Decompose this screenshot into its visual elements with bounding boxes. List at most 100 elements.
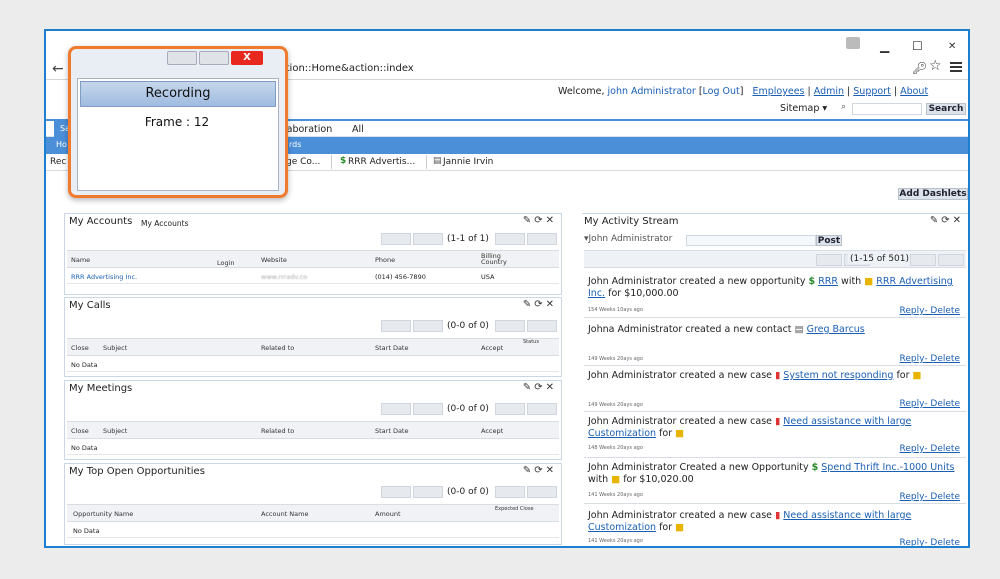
pager-first[interactable]	[816, 254, 842, 266]
column-header[interactable]: Start Date	[375, 344, 408, 352]
dashlet-tools[interactable]: ✎⟳✕	[523, 215, 557, 226]
column-header[interactable]: Opportunity Name	[73, 510, 133, 518]
pager-first[interactable]	[381, 403, 411, 415]
recorder-close-button[interactable]: X	[231, 51, 263, 65]
post-button[interactable]: Post	[816, 235, 842, 246]
minimize-icon[interactable]: ▁	[880, 39, 889, 53]
star-icon[interactable]: ☆	[929, 58, 942, 74]
account-name-link[interactable]: RRR Advertising Inc.	[71, 273, 137, 281]
reply-delete-link[interactable]: Reply- Delete	[900, 354, 960, 364]
recent-item[interactable]: Jannie Irvin	[443, 157, 493, 167]
case-icon: ▮	[775, 510, 781, 521]
logout-link[interactable]: Log Out	[703, 86, 740, 97]
column-header[interactable]: Start Date	[375, 427, 408, 435]
pager-last[interactable]	[938, 254, 964, 266]
column-header[interactable]: Close	[71, 427, 89, 435]
reply-delete-link[interactable]: Reply- Delete	[900, 444, 960, 454]
key-icon[interactable]: 🔑︎	[912, 61, 927, 75]
column-header[interactable]: Billing Country	[481, 253, 521, 266]
tab-all[interactable]: All	[352, 124, 364, 135]
reply-delete-link[interactable]: Reply- Delete	[900, 492, 960, 502]
column-header[interactable]: Login	[217, 259, 235, 267]
pager-first[interactable]	[381, 320, 411, 332]
column-header[interactable]: Website	[261, 256, 287, 264]
activity-item: John Administrator Created a new Opportu…	[584, 458, 966, 504]
pager-next[interactable]	[910, 254, 936, 266]
maximize-icon[interactable]	[199, 51, 229, 65]
tab-collaboration[interactable]: laboration	[284, 124, 332, 135]
pager-prev[interactable]	[413, 233, 443, 245]
search-button[interactable]: Search	[926, 103, 966, 115]
sub-tab-home[interactable]: Ho	[56, 140, 67, 149]
column-header[interactable]: Related to	[261, 427, 294, 435]
add-dashlets-button[interactable]: Add Dashlets	[898, 188, 968, 200]
pager-text: (0-0 of 0)	[447, 487, 489, 497]
column-header[interactable]: Account Name	[261, 510, 309, 518]
admin-link[interactable]: Admin	[814, 86, 844, 97]
pager-prev[interactable]	[413, 403, 443, 415]
activity-link[interactable]: Spend Thrift Inc.-1000 Units	[821, 462, 954, 473]
user-link[interactable]: john Administrator	[608, 86, 696, 97]
minimize-icon[interactable]	[167, 51, 197, 65]
dashlet-title: My Calls	[69, 300, 111, 311]
post-input[interactable]	[686, 235, 816, 246]
dashlet-title: My Top Open Opportunities	[69, 466, 205, 477]
recent-item[interactable]: ge Co...	[286, 157, 320, 167]
column-header[interactable]: Accept	[481, 344, 503, 352]
column-header[interactable]: Related to	[261, 344, 294, 352]
dashlet-tools[interactable]: ✎⟳✕	[523, 299, 557, 310]
pager-text: (1-1 of 1)	[447, 234, 489, 244]
back-icon[interactable]: ←	[52, 61, 64, 77]
column-header[interactable]: Accept	[481, 427, 503, 435]
reply-delete-link[interactable]: Reply- Delete	[900, 399, 960, 409]
pager-first[interactable]	[381, 233, 411, 245]
menu-icon[interactable]	[950, 62, 962, 72]
sitemap-dropdown[interactable]: Sitemap ▾	[780, 103, 827, 114]
employees-link[interactable]: Employees	[752, 86, 804, 97]
column-header[interactable]: Subject	[103, 344, 127, 352]
dashlet-tools[interactable]: ✎⟳✕	[523, 382, 557, 393]
pager-next[interactable]	[495, 233, 525, 245]
pager-prev[interactable]	[413, 320, 443, 332]
activity-text: John Administrator Created a new Opportu…	[588, 462, 809, 473]
support-link[interactable]: Support	[853, 86, 891, 97]
contact-icon: ▤	[794, 324, 804, 335]
reply-delete-link[interactable]: Reply- Delete	[900, 306, 960, 316]
address-bar[interactable]: action::Home&action::index	[274, 63, 414, 74]
activity-time: 141 Weeks 20ays ago	[588, 492, 643, 498]
maximize-icon[interactable]: ☐	[912, 39, 923, 53]
column-header[interactable]: Status	[523, 339, 539, 345]
pager-prev[interactable]	[413, 486, 443, 498]
dashlet-tools[interactable]: ✎⟳✕	[930, 215, 964, 226]
activity-link[interactable]: Greg Barcus	[807, 324, 865, 335]
pager-first[interactable]	[381, 486, 411, 498]
profile-icon[interactable]	[846, 37, 860, 49]
column-header[interactable]: Amount	[375, 510, 401, 518]
activity-link[interactable]: RRR	[818, 276, 838, 287]
sub-tab-dashboards[interactable]: rds	[289, 140, 301, 149]
pager-last[interactable]	[527, 403, 557, 415]
dashlet-tools[interactable]: ✎⟳✕	[523, 465, 557, 476]
about-link[interactable]: About	[900, 86, 928, 97]
pager-next[interactable]	[495, 486, 525, 498]
activity-text: Johna Administrator created a new contac…	[588, 324, 792, 335]
pager-next[interactable]	[495, 403, 525, 415]
pager-last[interactable]	[527, 233, 557, 245]
sitemap-label: Sitemap	[780, 103, 820, 114]
table-row: RRR Advertising Inc. www.rrradv.co (014)…	[67, 270, 559, 284]
column-header[interactable]: Name	[71, 256, 90, 264]
pager-last[interactable]	[527, 486, 557, 498]
column-header[interactable]: Phone	[375, 256, 395, 264]
pager-next[interactable]	[495, 320, 525, 332]
column-header[interactable]: Subject	[103, 427, 127, 435]
activity-text: for	[896, 370, 910, 381]
column-header[interactable]: Expected Close	[495, 506, 534, 512]
opportunities-dashlet: My Top Open Opportunities ✎⟳✕ (0-0 of 0)…	[64, 463, 562, 545]
reply-delete-link[interactable]: Reply- Delete	[900, 538, 960, 546]
search-input[interactable]	[852, 103, 922, 115]
close-window-icon[interactable]: ✕	[948, 41, 956, 52]
pager-last[interactable]	[527, 320, 557, 332]
activity-link[interactable]: System not responding	[783, 370, 893, 381]
recent-item[interactable]: RRR Advertis...	[348, 157, 415, 167]
column-header[interactable]: Close	[71, 344, 89, 352]
